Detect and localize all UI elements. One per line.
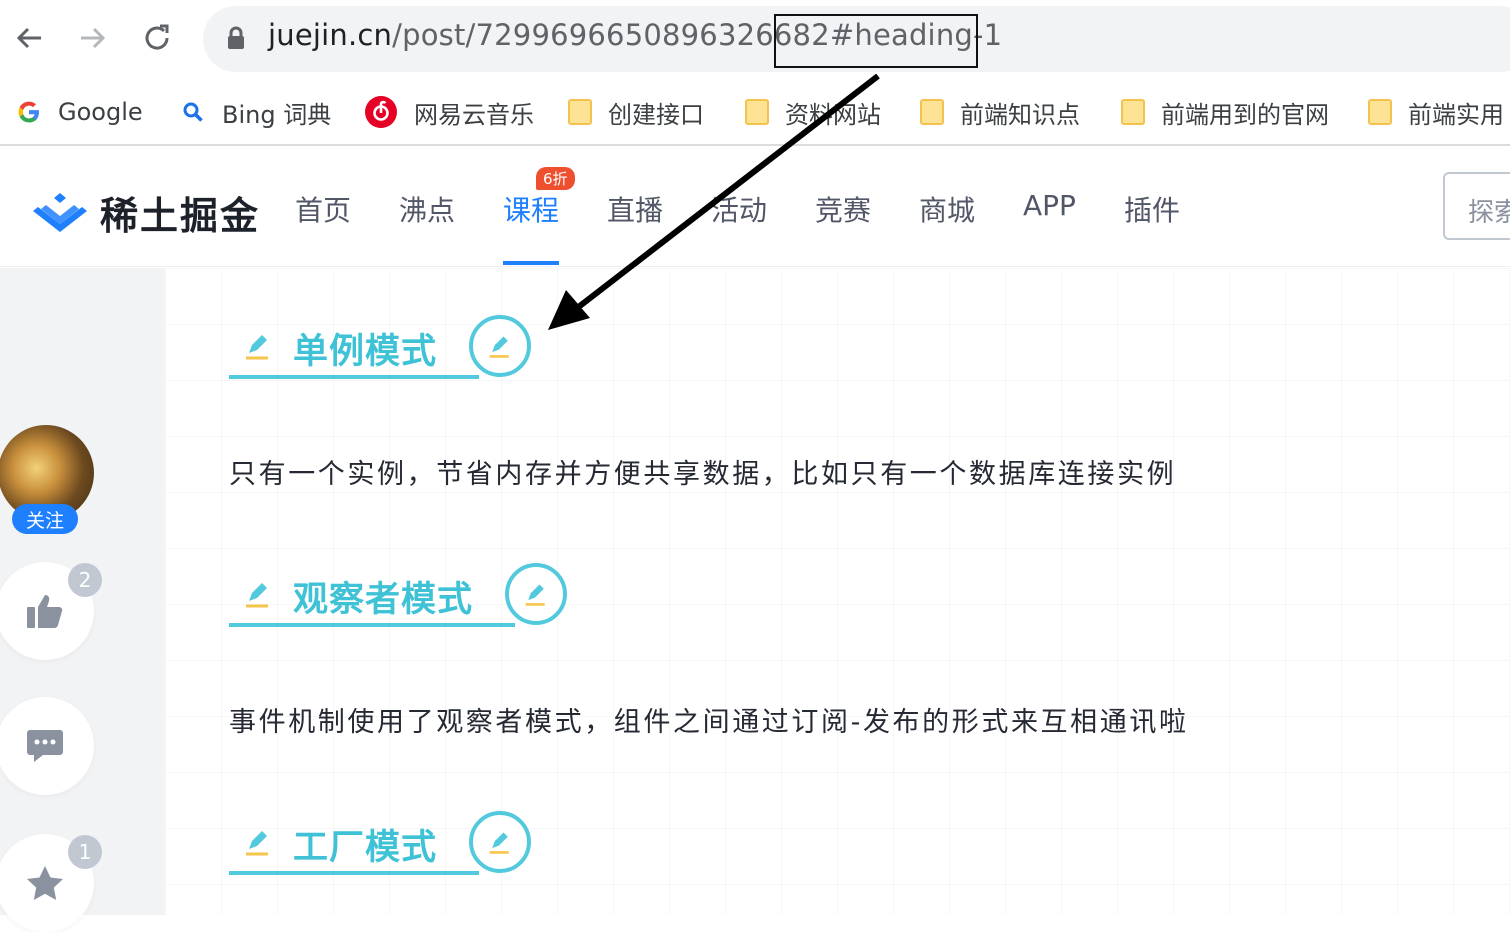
bookmark-label: 前端实用 [1408, 100, 1504, 129]
logo-text: 稀土掘金 [100, 194, 261, 238]
comment-button[interactable] [0, 697, 94, 795]
bookmark-google[interactable]: Google [16, 94, 143, 130]
juejin-logo-icon [33, 192, 87, 232]
back-button[interactable] [9, 18, 49, 58]
nav-store[interactable]: 商城 [919, 189, 975, 229]
bing-search-icon [180, 99, 206, 125]
bookmark-folder[interactable]: 前端知识点 [920, 94, 1080, 130]
heading-edit-circle [469, 315, 531, 377]
pencil-icon [489, 832, 509, 854]
bookmark-label: Google [58, 98, 143, 126]
nav-course[interactable]: 课程 [503, 189, 559, 229]
heading-underline [229, 871, 479, 875]
bookmark-label: 前端知识点 [960, 100, 1080, 129]
article-heading: 单例模式 [229, 315, 531, 379]
bookmark-label: 网易云音乐 [414, 100, 534, 129]
bookmark-netease-music[interactable]: 网易云音乐 [364, 94, 534, 130]
browser-toolbar: juejin.cn/post/7299696650896326682#headi… [0, 0, 1510, 80]
bookmark-folder[interactable]: 创建接口 [568, 94, 704, 130]
forward-arrow-icon [81, 27, 106, 49]
bookmark-label: 前端用到的官网 [1161, 100, 1329, 129]
heading-title: 工厂模式 [293, 828, 438, 868]
heading-underline [229, 623, 515, 627]
pencil-icon [246, 831, 268, 856]
lock-icon [228, 26, 244, 49]
site-logo[interactable]: 稀土掘金 [32, 185, 260, 240]
article-heading: 工厂模式 [229, 811, 531, 875]
reload-button[interactable] [137, 18, 177, 58]
folder-icon [1368, 99, 1392, 125]
folder-icon [745, 99, 769, 125]
article-paragraph: 事件机制使用了观察者模式，组件之间通过订阅-发布的形式来互相通讯啦 [229, 707, 1189, 738]
folder-icon [920, 99, 944, 125]
pencil-icon [489, 336, 509, 358]
nav-events[interactable]: 活动 [711, 189, 767, 229]
reload-icon [145, 24, 169, 50]
url-host: juejin.cn [268, 18, 393, 52]
article-heading: 观察者模式 [229, 563, 567, 627]
comment-icon [27, 730, 63, 762]
pencil-icon [246, 583, 268, 608]
bookmark-folder[interactable]: 前端用到的官网 [1121, 94, 1329, 130]
nav-active-underline [503, 261, 559, 265]
url-hash-highlight-box [774, 14, 978, 68]
bookmarks-bar: Google Bing 词典 网易云音乐 创建接口 资料网站 前端知识点 前端用… [0, 80, 1510, 146]
search-placeholder: 探索 [1468, 198, 1510, 228]
nav-contests[interactable]: 竞赛 [815, 189, 871, 229]
bookmark-bing[interactable]: Bing 词典 [180, 94, 331, 130]
bookmark-label: Bing 词典 [222, 100, 332, 129]
nav-pins[interactable]: 沸点 [399, 189, 455, 229]
thumbs-up-icon [27, 595, 63, 628]
site-header: 稀土掘金 首页 沸点 课程 6折 直播 活动 竞赛 商城 APP 插件 探索 [0, 147, 1510, 267]
back-arrow-icon [16, 27, 41, 49]
pencil-icon [525, 584, 545, 606]
heading-edit-circle [505, 563, 567, 625]
collect-count-badge: 1 [68, 835, 102, 869]
nav-live[interactable]: 直播 [607, 189, 663, 229]
forward-button[interactable] [73, 18, 113, 58]
star-icon [27, 866, 63, 900]
bookmark-label: 资料网站 [785, 100, 881, 129]
folder-icon [1121, 99, 1145, 125]
heading-title: 观察者模式 [293, 580, 474, 620]
url-path: /post/7299696650896326682 [392, 18, 830, 52]
course-discount-badge: 6折 [536, 167, 575, 190]
pencil-icon [246, 335, 268, 360]
bookmark-folder[interactable]: 资料网站 [745, 94, 881, 130]
folder-icon [568, 99, 592, 125]
heading-underline [229, 375, 479, 379]
bookmark-label: 创建接口 [608, 100, 704, 129]
follow-button[interactable]: 关注 [12, 504, 78, 534]
nav-home[interactable]: 首页 [295, 189, 351, 229]
heading-title: 单例模式 [293, 332, 438, 372]
bookmark-folder[interactable]: 前端实用 [1368, 94, 1504, 130]
heading-edit-circle [469, 811, 531, 873]
article-paragraph: 只有一个实例，节省内存并方便共享数据，比如只有一个数据库连接实例 [229, 459, 1177, 490]
google-icon [16, 99, 42, 125]
netease-music-icon [364, 95, 398, 129]
nav-plugins[interactable]: 插件 [1124, 189, 1180, 229]
like-count-badge: 2 [68, 563, 102, 597]
nav-app[interactable]: APP [1023, 189, 1076, 222]
